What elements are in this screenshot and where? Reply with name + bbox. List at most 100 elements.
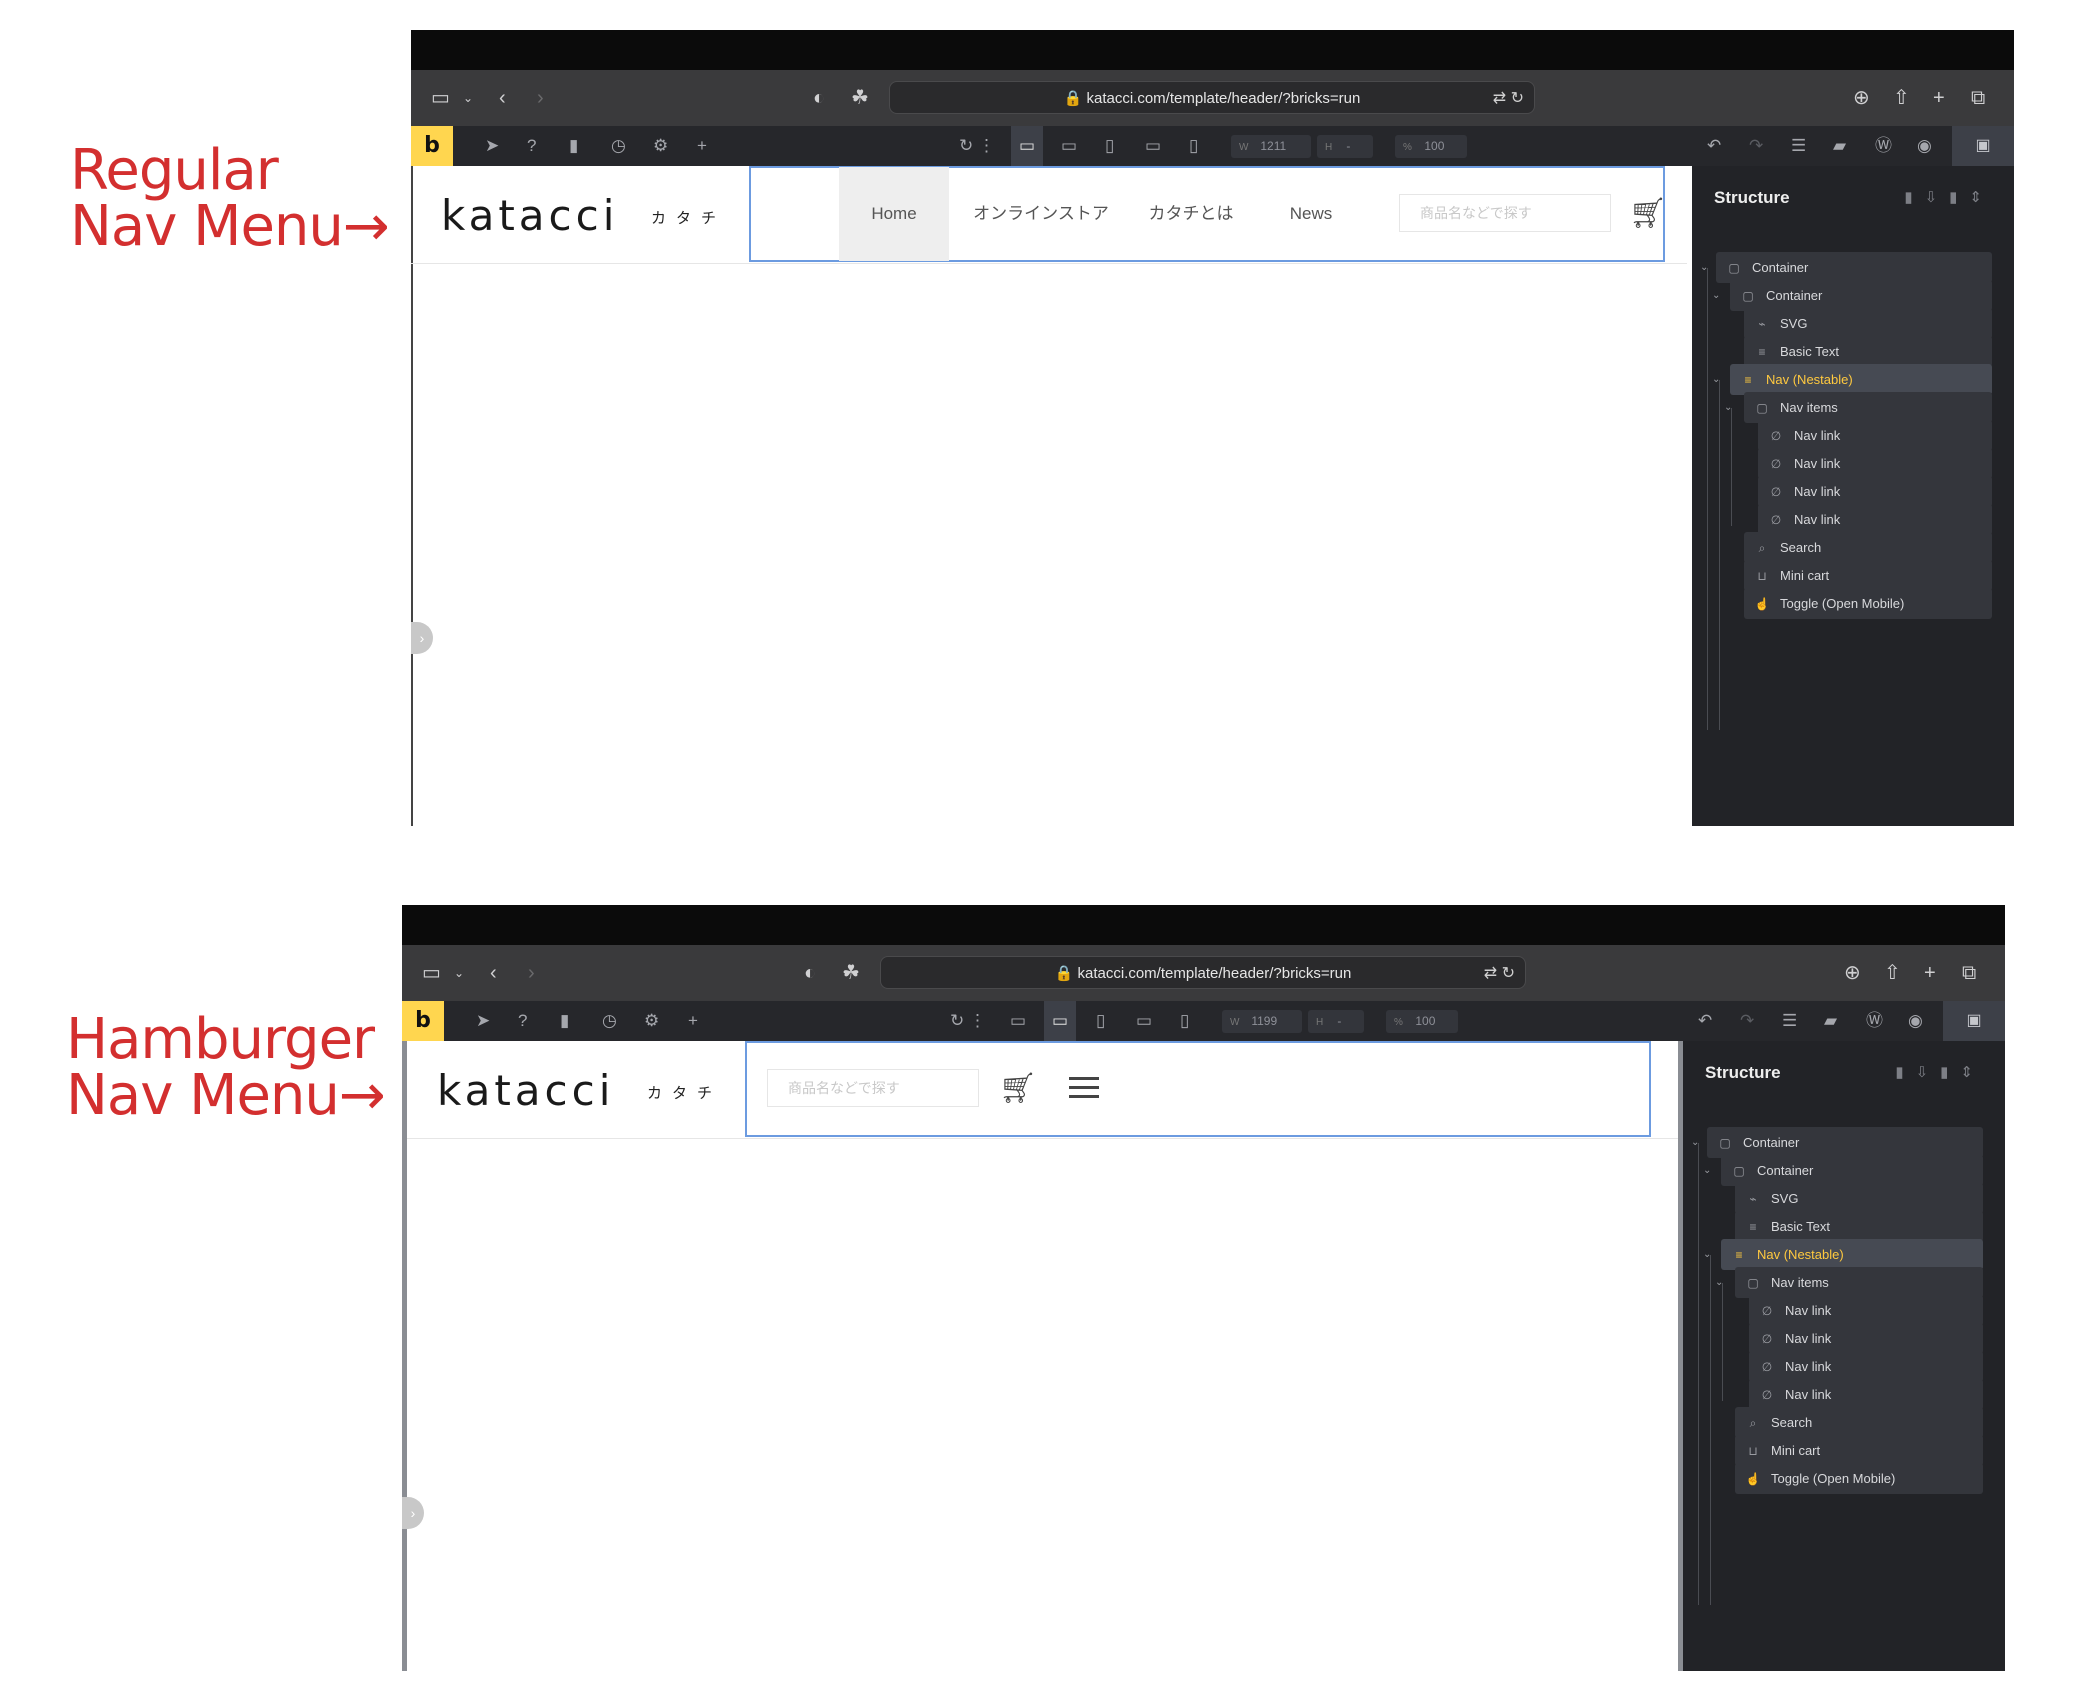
history-icon[interactable]: ◷ xyxy=(611,136,626,156)
sidebar-toggle-icon[interactable]: ▭ xyxy=(431,86,450,110)
panel-expand-handle[interactable]: › xyxy=(411,622,433,654)
folder-icon[interactable]: ▰ xyxy=(1833,136,1846,156)
new-tab-icon[interactable]: + xyxy=(1933,86,1945,110)
height-field[interactable]: H - xyxy=(1308,1010,1364,1033)
tree-item[interactable]: ▢ Container xyxy=(1716,252,1992,283)
chevron-down-icon[interactable]: ⌄ xyxy=(1724,392,1732,423)
add-icon[interactable]: + xyxy=(697,136,707,156)
redo-icon[interactable]: ↷ xyxy=(1740,1011,1754,1031)
extensions-icon[interactable]: ☘ xyxy=(851,86,869,110)
chevron-down-icon[interactable]: ⌄ xyxy=(1703,1155,1711,1186)
mobile-landscape-icon[interactable]: ▭ xyxy=(1145,136,1161,156)
tree-item[interactable]: ⊔ Mini cart xyxy=(1744,560,1992,591)
address-bar[interactable]: 🔒 katacci.com/template/header/?bricks=ru… xyxy=(880,956,1526,989)
chevron-down-icon[interactable]: ⌄ xyxy=(1712,280,1720,311)
search-input[interactable]: 商品名などで探す xyxy=(767,1069,979,1107)
chevron-down-icon[interactable]: ⌄ xyxy=(1703,1239,1711,1270)
share-icon[interactable]: ⇧ xyxy=(1884,961,1901,985)
laptop-breakpoint-icon[interactable]: ▭ xyxy=(1044,1001,1077,1041)
help-icon[interactable]: ? xyxy=(518,1011,527,1031)
back-icon[interactable]: ‹ xyxy=(499,86,506,110)
tree-item[interactable]: ☝ Toggle (Open Mobile) xyxy=(1744,588,1992,619)
wordpress-icon[interactable]: Ⓦ xyxy=(1866,1011,1883,1031)
cart-icon[interactable]: 🛒︎ xyxy=(1629,196,1667,232)
tree-item[interactable]: ▢ Nav items xyxy=(1744,392,1992,423)
redo-icon[interactable]: ↷ xyxy=(1749,136,1763,156)
share-icon[interactable]: ⇧ xyxy=(1893,86,1910,110)
tree-item[interactable]: ⊔ Mini cart xyxy=(1735,1435,1983,1466)
cart-icon[interactable]: 🛒︎ xyxy=(999,1071,1037,1107)
reload-icon[interactable]: ↻ ⋮ xyxy=(950,1011,986,1031)
shield-icon[interactable]: ◐ xyxy=(804,961,816,985)
tree-item[interactable]: ▢ Container xyxy=(1707,1127,1983,1158)
add-icon[interactable]: + xyxy=(688,1011,698,1031)
save-button[interactable]: ▣ xyxy=(1952,126,2014,166)
folder-icon[interactable]: ▰ xyxy=(1824,1011,1837,1031)
address-bar[interactable]: 🔒 katacci.com/template/header/?bricks=ru… xyxy=(889,81,1535,114)
tabs-overview-icon[interactable]: ⧉ xyxy=(1962,961,1976,985)
chevron-down-icon[interactable]: ⌄ xyxy=(1700,252,1708,283)
structure-actions[interactable]: ▮⇩▮⇕ xyxy=(1895,1063,1985,1081)
tree-item[interactable]: ≡ Basic Text xyxy=(1744,336,1992,367)
nav-link-about[interactable]: カタチとは xyxy=(1131,167,1251,261)
desktop-breakpoint-icon[interactable]: ▭ xyxy=(1011,126,1044,166)
tree-item[interactable]: ▢ Nav items xyxy=(1735,1267,1983,1298)
mobile-landscape-icon[interactable]: ▭ xyxy=(1136,1011,1152,1031)
nav-link-home[interactable]: Home xyxy=(839,167,949,261)
settings-icon[interactable]: ⚙ xyxy=(644,1011,659,1031)
cursor-icon[interactable]: ➤ xyxy=(476,1011,490,1031)
reload-icon[interactable]: ↻ ⋮ xyxy=(959,136,995,156)
tree-item-selected[interactable]: ≡ Nav (Nestable) xyxy=(1721,1239,1983,1270)
hamburger-menu-icon[interactable] xyxy=(1069,1077,1099,1104)
tablet-portrait-icon[interactable]: ▯ xyxy=(1096,1011,1105,1031)
width-field[interactable]: W 1211 xyxy=(1231,135,1311,158)
structure-icon[interactable]: ☰ xyxy=(1782,1011,1797,1031)
pages-icon[interactable]: ▮ xyxy=(569,136,578,156)
save-button[interactable]: ▣ xyxy=(1943,1001,2005,1041)
mobile-portrait-icon[interactable]: ▯ xyxy=(1180,1011,1189,1031)
search-input[interactable]: 商品名などで探す xyxy=(1399,194,1611,232)
cursor-icon[interactable]: ➤ xyxy=(485,136,499,156)
undo-icon[interactable]: ↶ xyxy=(1698,1011,1712,1031)
nav-link-online-store[interactable]: オンラインストア xyxy=(971,167,1111,261)
tree-item[interactable]: ∅ Nav link xyxy=(1758,448,1992,479)
pages-icon[interactable]: ▮ xyxy=(560,1011,569,1031)
forward-icon[interactable]: › xyxy=(537,86,544,110)
tree-item[interactable]: ⌕ Search xyxy=(1735,1407,1983,1438)
sidebar-toggle-icon[interactable]: ▭ xyxy=(422,961,441,985)
desktop-breakpoint-icon[interactable]: ▭ xyxy=(1010,1011,1026,1031)
tree-item[interactable]: ▢ Container xyxy=(1721,1155,1983,1186)
tree-item[interactable]: ∅ Nav link xyxy=(1758,476,1992,507)
nav-link-news[interactable]: News xyxy=(1271,167,1351,261)
tablet-portrait-icon[interactable]: ▯ xyxy=(1105,136,1114,156)
structure-actions[interactable]: ▮⇩▮⇕ xyxy=(1904,188,1994,206)
zoom-field[interactable]: % 100 xyxy=(1395,135,1467,158)
chevron-down-icon[interactable]: ⌄ xyxy=(463,86,473,110)
chevron-down-icon[interactable]: ⌄ xyxy=(1691,1127,1699,1158)
download-icon[interactable]: ⊕ xyxy=(1844,961,1861,985)
tree-item[interactable]: ▢ Container xyxy=(1730,280,1992,311)
shield-icon[interactable]: ◐ xyxy=(813,86,825,110)
chevron-down-icon[interactable]: ⌄ xyxy=(1712,364,1720,395)
structure-icon[interactable]: ☰ xyxy=(1791,136,1806,156)
width-field[interactable]: W 1199 xyxy=(1222,1010,1302,1033)
site-logo[interactable]: katacci xyxy=(441,192,618,240)
forward-icon[interactable]: › xyxy=(528,961,535,985)
tree-item[interactable]: ⌕ Search xyxy=(1744,532,1992,563)
tabs-overview-icon[interactable]: ⧉ xyxy=(1971,86,1985,110)
tree-item[interactable]: ∅ Nav link xyxy=(1749,1323,1983,1354)
extensions-icon[interactable]: ☘ xyxy=(842,961,860,985)
tree-item[interactable]: ≡ Basic Text xyxy=(1735,1211,1983,1242)
preview-icon[interactable]: ◉ xyxy=(1917,136,1932,156)
bricks-logo[interactable]: b xyxy=(411,126,453,166)
tree-item[interactable]: ∅ Nav link xyxy=(1749,1351,1983,1382)
tree-item[interactable]: ∅ Nav link xyxy=(1749,1379,1983,1410)
mobile-portrait-icon[interactable]: ▯ xyxy=(1189,136,1198,156)
bricks-logo[interactable]: b xyxy=(402,1001,444,1041)
translate-icon[interactable]: ⇄ ↻ xyxy=(1484,963,1515,983)
laptop-breakpoint-icon[interactable]: ▭ xyxy=(1061,136,1077,156)
tree-item[interactable]: ⌁ SVG xyxy=(1735,1183,1983,1214)
height-field[interactable]: H - xyxy=(1317,135,1373,158)
tree-item[interactable]: ⌁ SVG xyxy=(1744,308,1992,339)
tree-item-selected[interactable]: ≡ Nav (Nestable) xyxy=(1730,364,1992,395)
